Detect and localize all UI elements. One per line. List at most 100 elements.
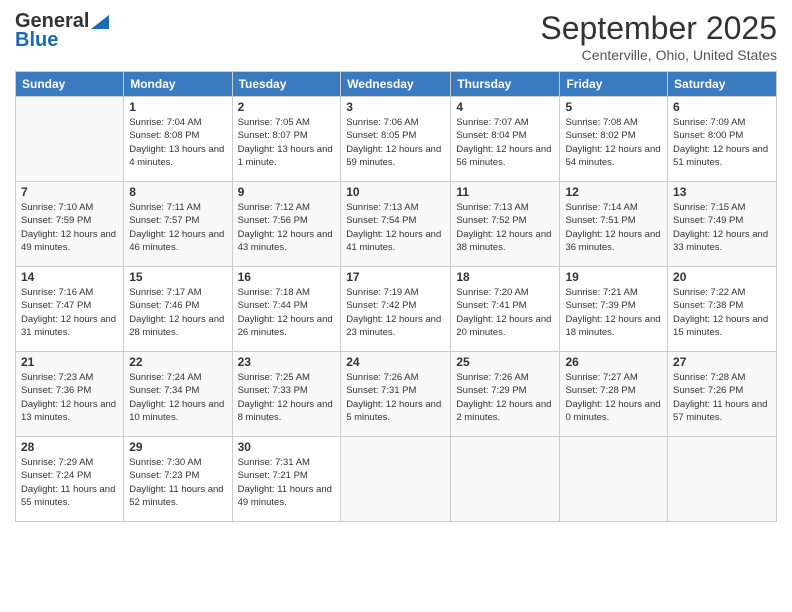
cal-cell-14: 14 Sunrise: 7:16 AMSunset: 7:47 PMDaylig… — [16, 267, 124, 352]
cell-content: Sunrise: 7:08 AMSunset: 8:02 PMDaylight:… — [565, 116, 662, 169]
date-number: 1 — [129, 100, 226, 114]
calendar-table: SundayMondayTuesdayWednesdayThursdayFrid… — [15, 71, 777, 522]
cell-content: Sunrise: 7:04 AMSunset: 8:08 PMDaylight:… — [129, 116, 226, 169]
cell-content: Sunrise: 7:06 AMSunset: 8:05 PMDaylight:… — [346, 116, 445, 169]
date-number: 30 — [238, 440, 336, 454]
cal-cell-22: 22 Sunrise: 7:24 AMSunset: 7:34 PMDaylig… — [124, 352, 232, 437]
week-row-2: 14 Sunrise: 7:16 AMSunset: 7:47 PMDaylig… — [16, 267, 777, 352]
cell-content: Sunrise: 7:24 AMSunset: 7:34 PMDaylight:… — [129, 371, 226, 424]
cal-cell-16: 16 Sunrise: 7:18 AMSunset: 7:44 PMDaylig… — [232, 267, 341, 352]
date-number: 5 — [565, 100, 662, 114]
cell-content: Sunrise: 7:23 AMSunset: 7:36 PMDaylight:… — [21, 371, 118, 424]
cal-cell-empty-4 — [451, 437, 560, 522]
cal-cell-9: 9 Sunrise: 7:12 AMSunset: 7:56 PMDayligh… — [232, 182, 341, 267]
date-number: 23 — [238, 355, 336, 369]
cell-content: Sunrise: 7:27 AMSunset: 7:28 PMDaylight:… — [565, 371, 662, 424]
logo: General Blue — [15, 10, 109, 52]
cell-content: Sunrise: 7:15 AMSunset: 7:49 PMDaylight:… — [673, 201, 771, 254]
cal-cell-19: 19 Sunrise: 7:21 AMSunset: 7:39 PMDaylig… — [560, 267, 668, 352]
date-number: 7 — [21, 185, 118, 199]
date-number: 9 — [238, 185, 336, 199]
date-number: 19 — [565, 270, 662, 284]
cell-content: Sunrise: 7:29 AMSunset: 7:24 PMDaylight:… — [21, 456, 118, 509]
date-number: 27 — [673, 355, 771, 369]
cell-content: Sunrise: 7:20 AMSunset: 7:41 PMDaylight:… — [456, 286, 554, 339]
cell-content: Sunrise: 7:13 AMSunset: 7:52 PMDaylight:… — [456, 201, 554, 254]
date-number: 24 — [346, 355, 445, 369]
cell-content: Sunrise: 7:28 AMSunset: 7:26 PMDaylight:… — [673, 371, 771, 424]
cal-cell-7: 7 Sunrise: 7:10 AMSunset: 7:59 PMDayligh… — [16, 182, 124, 267]
cal-cell-11: 11 Sunrise: 7:13 AMSunset: 7:52 PMDaylig… — [451, 182, 560, 267]
cal-cell-1: 1 Sunrise: 7:04 AMSunset: 8:08 PMDayligh… — [124, 97, 232, 182]
cal-cell-29: 29 Sunrise: 7:30 AMSunset: 7:23 PMDaylig… — [124, 437, 232, 522]
day-header-thursday: Thursday — [451, 72, 560, 97]
cal-cell-27: 27 Sunrise: 7:28 AMSunset: 7:26 PMDaylig… — [668, 352, 777, 437]
day-header-tuesday: Tuesday — [232, 72, 341, 97]
week-row-0: 1 Sunrise: 7:04 AMSunset: 8:08 PMDayligh… — [16, 97, 777, 182]
cal-cell-25: 25 Sunrise: 7:26 AMSunset: 7:29 PMDaylig… — [451, 352, 560, 437]
date-number: 28 — [21, 440, 118, 454]
cell-content: Sunrise: 7:26 AMSunset: 7:29 PMDaylight:… — [456, 371, 554, 424]
date-number: 21 — [21, 355, 118, 369]
cal-cell-8: 8 Sunrise: 7:11 AMSunset: 7:57 PMDayligh… — [124, 182, 232, 267]
date-number: 3 — [346, 100, 445, 114]
date-number: 10 — [346, 185, 445, 199]
date-number: 2 — [238, 100, 336, 114]
day-header-sunday: Sunday — [16, 72, 124, 97]
cell-content: Sunrise: 7:14 AMSunset: 7:51 PMDaylight:… — [565, 201, 662, 254]
cal-cell-24: 24 Sunrise: 7:26 AMSunset: 7:31 PMDaylig… — [341, 352, 451, 437]
logo-blue-text: Blue — [15, 29, 58, 52]
date-number: 15 — [129, 270, 226, 284]
cal-cell-6: 6 Sunrise: 7:09 AMSunset: 8:00 PMDayligh… — [668, 97, 777, 182]
cal-cell-2: 2 Sunrise: 7:05 AMSunset: 8:07 PMDayligh… — [232, 97, 341, 182]
date-number: 22 — [129, 355, 226, 369]
cal-cell-18: 18 Sunrise: 7:20 AMSunset: 7:41 PMDaylig… — [451, 267, 560, 352]
date-number: 8 — [129, 185, 226, 199]
month-title: September 2025 — [540, 10, 777, 47]
cal-cell-28: 28 Sunrise: 7:29 AMSunset: 7:24 PMDaylig… — [16, 437, 124, 522]
week-row-4: 28 Sunrise: 7:29 AMSunset: 7:24 PMDaylig… — [16, 437, 777, 522]
cal-cell-15: 15 Sunrise: 7:17 AMSunset: 7:46 PMDaylig… — [124, 267, 232, 352]
cell-content: Sunrise: 7:30 AMSunset: 7:23 PMDaylight:… — [129, 456, 226, 509]
cell-content: Sunrise: 7:21 AMSunset: 7:39 PMDaylight:… — [565, 286, 662, 339]
date-number: 14 — [21, 270, 118, 284]
cal-cell-empty-6 — [668, 437, 777, 522]
cal-cell-empty-5 — [560, 437, 668, 522]
cal-cell-4: 4 Sunrise: 7:07 AMSunset: 8:04 PMDayligh… — [451, 97, 560, 182]
cal-cell-21: 21 Sunrise: 7:23 AMSunset: 7:36 PMDaylig… — [16, 352, 124, 437]
cal-cell-3: 3 Sunrise: 7:06 AMSunset: 8:05 PMDayligh… — [341, 97, 451, 182]
location-subtitle: Centerville, Ohio, United States — [540, 47, 777, 63]
cell-content: Sunrise: 7:31 AMSunset: 7:21 PMDaylight:… — [238, 456, 336, 509]
cal-cell-20: 20 Sunrise: 7:22 AMSunset: 7:38 PMDaylig… — [668, 267, 777, 352]
cell-content: Sunrise: 7:16 AMSunset: 7:47 PMDaylight:… — [21, 286, 118, 339]
logo-icon — [91, 15, 109, 29]
cal-cell-13: 13 Sunrise: 7:15 AMSunset: 7:49 PMDaylig… — [668, 182, 777, 267]
week-row-1: 7 Sunrise: 7:10 AMSunset: 7:59 PMDayligh… — [16, 182, 777, 267]
date-number: 17 — [346, 270, 445, 284]
cal-cell-30: 30 Sunrise: 7:31 AMSunset: 7:21 PMDaylig… — [232, 437, 341, 522]
cell-content: Sunrise: 7:07 AMSunset: 8:04 PMDaylight:… — [456, 116, 554, 169]
cell-content: Sunrise: 7:05 AMSunset: 8:07 PMDaylight:… — [238, 116, 336, 169]
date-number: 4 — [456, 100, 554, 114]
date-number: 12 — [565, 185, 662, 199]
cal-cell-23: 23 Sunrise: 7:25 AMSunset: 7:33 PMDaylig… — [232, 352, 341, 437]
date-number: 20 — [673, 270, 771, 284]
cell-content: Sunrise: 7:25 AMSunset: 7:33 PMDaylight:… — [238, 371, 336, 424]
cell-content: Sunrise: 7:18 AMSunset: 7:44 PMDaylight:… — [238, 286, 336, 339]
cal-cell-12: 12 Sunrise: 7:14 AMSunset: 7:51 PMDaylig… — [560, 182, 668, 267]
title-block: September 2025 Centerville, Ohio, United… — [540, 10, 777, 63]
date-number: 18 — [456, 270, 554, 284]
cell-content: Sunrise: 7:09 AMSunset: 8:00 PMDaylight:… — [673, 116, 771, 169]
cell-content: Sunrise: 7:19 AMSunset: 7:42 PMDaylight:… — [346, 286, 445, 339]
date-number: 11 — [456, 185, 554, 199]
date-number: 25 — [456, 355, 554, 369]
date-number: 26 — [565, 355, 662, 369]
day-header-friday: Friday — [560, 72, 668, 97]
date-number: 16 — [238, 270, 336, 284]
cell-content: Sunrise: 7:11 AMSunset: 7:57 PMDaylight:… — [129, 201, 226, 254]
day-header-saturday: Saturday — [668, 72, 777, 97]
date-number: 29 — [129, 440, 226, 454]
cal-cell-empty-3 — [341, 437, 451, 522]
date-number: 13 — [673, 185, 771, 199]
cal-cell-26: 26 Sunrise: 7:27 AMSunset: 7:28 PMDaylig… — [560, 352, 668, 437]
